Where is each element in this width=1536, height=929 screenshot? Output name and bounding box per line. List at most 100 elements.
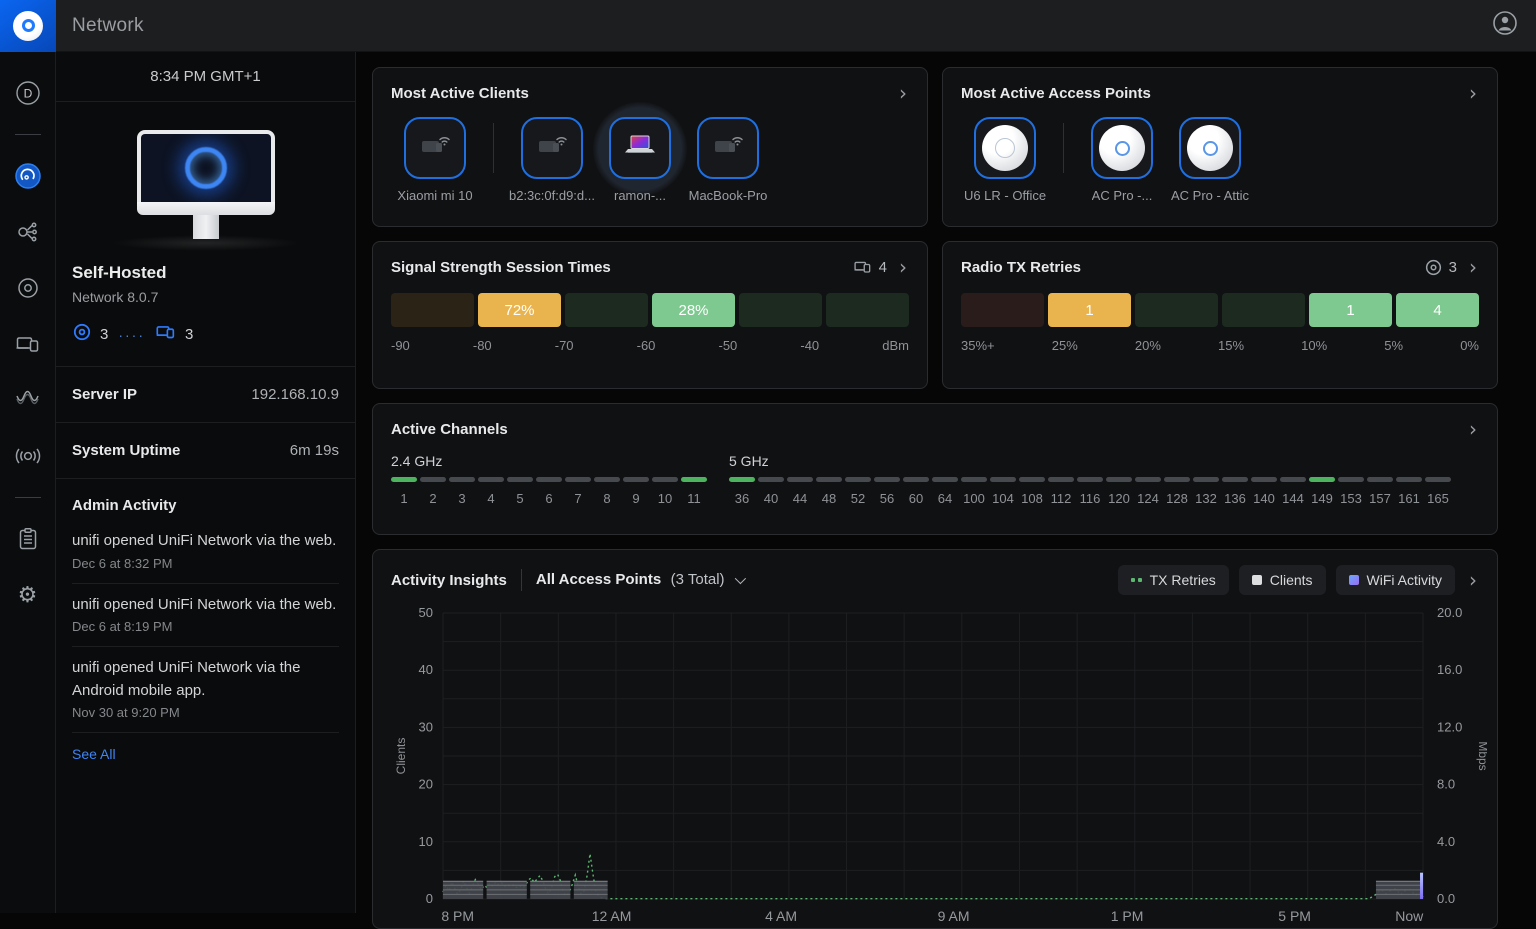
channel-item: 44 — [787, 477, 813, 506]
chevron-right-icon[interactable]: › — [1467, 570, 1479, 590]
channel-number: 128 — [1166, 491, 1188, 506]
svg-text:16.0: 16.0 — [1437, 662, 1462, 677]
channel-bar — [1338, 477, 1364, 482]
sidebar-item-site[interactable]: D — [13, 78, 43, 108]
client-tile[interactable] — [404, 117, 466, 179]
svg-text:D: D — [23, 87, 32, 101]
channel-row: 3640444852566064100104108112116120124128… — [729, 477, 1451, 506]
client-tile-block: ramon-... — [596, 117, 684, 203]
channel-item: 157 — [1367, 477, 1393, 506]
chevron-right-icon[interactable]: › — [1467, 257, 1479, 277]
most-active-clients-card: Most Active Clients › Xiaomi mi 10b2:3c:… — [372, 67, 928, 227]
channel-item: 40 — [758, 477, 784, 506]
ap-tile-block: AC Pro -... — [1078, 117, 1166, 203]
channel-number: 56 — [880, 491, 894, 506]
legend-chip-tx-retries[interactable]: TX Retries — [1118, 565, 1229, 595]
client-tile[interactable] — [697, 117, 759, 179]
channel-bar — [1135, 477, 1161, 482]
channel-bar — [420, 477, 446, 482]
sidebar-item-radios[interactable] — [13, 441, 43, 471]
legend-chip-wifi-activity[interactable]: WiFi Activity — [1336, 565, 1455, 595]
radio-tx-scale: 35%+25%20%15%10%5%0% — [961, 338, 1479, 353]
client-tile[interactable] — [609, 117, 671, 179]
ap-tile[interactable] — [1179, 117, 1241, 179]
band-label: 5 GHz — [729, 453, 1451, 469]
activity-date: Nov 30 at 9:20 PM — [72, 705, 339, 720]
channel-bar — [478, 477, 504, 482]
client-tile[interactable] — [521, 117, 583, 179]
card-title: Signal Strength Session Times — [391, 259, 611, 276]
channel-bar — [1106, 477, 1132, 482]
channel-item: 56 — [874, 477, 900, 506]
svg-text:Mbps: Mbps — [1476, 741, 1487, 770]
channel-number: 112 — [1051, 491, 1072, 506]
top-bar: Network — [0, 0, 1536, 52]
chevron-right-icon[interactable]: › — [897, 83, 909, 103]
sidebar-item-settings[interactable]: ⚙ — [13, 580, 43, 610]
channel-number: 52 — [851, 491, 865, 506]
channel-bar — [681, 477, 707, 482]
selector-value: All Access Points — [536, 571, 661, 588]
ap-selector-dropdown[interactable]: All Access Points (3 Total) — [536, 571, 743, 589]
most-active-aps-card: Most Active Access Points › U6 LR - Offi… — [942, 67, 1498, 227]
channel-number: 60 — [909, 491, 923, 506]
chevron-right-icon[interactable]: › — [1467, 419, 1479, 439]
sidebar-item-statistics[interactable] — [13, 385, 43, 415]
channel-item: 10 — [652, 477, 678, 506]
channel-number: 6 — [545, 491, 552, 506]
see-all-link[interactable]: See All — [56, 733, 355, 775]
channel-bar — [536, 477, 562, 482]
uptime-value: 6m 19s — [290, 442, 339, 459]
channel-number: 5 — [516, 491, 523, 506]
svg-text:50: 50 — [419, 605, 433, 620]
radio-scale-label: 5% — [1384, 338, 1403, 353]
sidebar-item-dashboard[interactable] — [13, 161, 43, 191]
signal-scale-label: -90 — [391, 338, 410, 353]
card-title: Radio TX Retries — [961, 259, 1081, 276]
channel-number: 36 — [735, 491, 749, 506]
svg-text:4.0: 4.0 — [1437, 834, 1455, 849]
signal-scale-label: -60 — [637, 338, 656, 353]
access-point-icon — [1099, 125, 1145, 171]
channel-number: 120 — [1108, 491, 1130, 506]
sidebar-item-topology[interactable] — [13, 217, 43, 247]
legend-chip-clients[interactable]: Clients — [1239, 565, 1326, 595]
svg-text:1 PM: 1 PM — [1111, 908, 1144, 924]
svg-text:9 AM: 9 AM — [938, 908, 970, 924]
sidebar-item-client-devices[interactable] — [13, 329, 43, 359]
ap-tile[interactable] — [974, 117, 1036, 179]
channel-bar — [391, 477, 417, 482]
ap-tile[interactable] — [1091, 117, 1153, 179]
wireless-device-icon — [534, 129, 570, 168]
radio-segment — [961, 293, 1044, 327]
chevron-right-icon[interactable]: › — [897, 257, 909, 277]
activity-chart[interactable]: 010203040500.04.08.012.016.020.0ClientsM… — [391, 601, 1479, 929]
chevron-right-icon[interactable]: › — [1467, 83, 1479, 103]
signal-segment — [739, 293, 822, 327]
server-ip-label: Server IP — [72, 386, 137, 403]
channel-number: 8 — [603, 491, 610, 506]
client-tile-block: MacBook-Pro — [684, 117, 772, 203]
channel-number: 3 — [458, 491, 465, 506]
ap-name: AC Pro -... — [1092, 188, 1153, 203]
channel-bar — [787, 477, 813, 482]
channel-item: 60 — [903, 477, 929, 506]
channel-bar — [594, 477, 620, 482]
signal-scale-label: -40 — [800, 338, 819, 353]
console-image — [72, 120, 339, 257]
uptime-label: System Uptime — [72, 442, 180, 459]
channel-item: 120 — [1106, 477, 1132, 506]
unifi-logo[interactable] — [0, 0, 56, 52]
sidebar-item-unifi-devices[interactable] — [13, 273, 43, 303]
current-time: 8:34 PM GMT+1 — [56, 52, 355, 102]
channel-bar — [1280, 477, 1306, 482]
server-ip-value: 192.168.10.9 — [251, 386, 339, 403]
signal-scale-label: -80 — [473, 338, 492, 353]
channel-item: 11 — [681, 477, 707, 506]
channel-number: 48 — [822, 491, 836, 506]
user-account-icon[interactable] — [1492, 10, 1518, 41]
channel-item: 9 — [623, 477, 649, 506]
channel-item: 64 — [932, 477, 958, 506]
channel-bar — [1222, 477, 1248, 482]
sidebar-item-system-log[interactable] — [13, 524, 43, 554]
